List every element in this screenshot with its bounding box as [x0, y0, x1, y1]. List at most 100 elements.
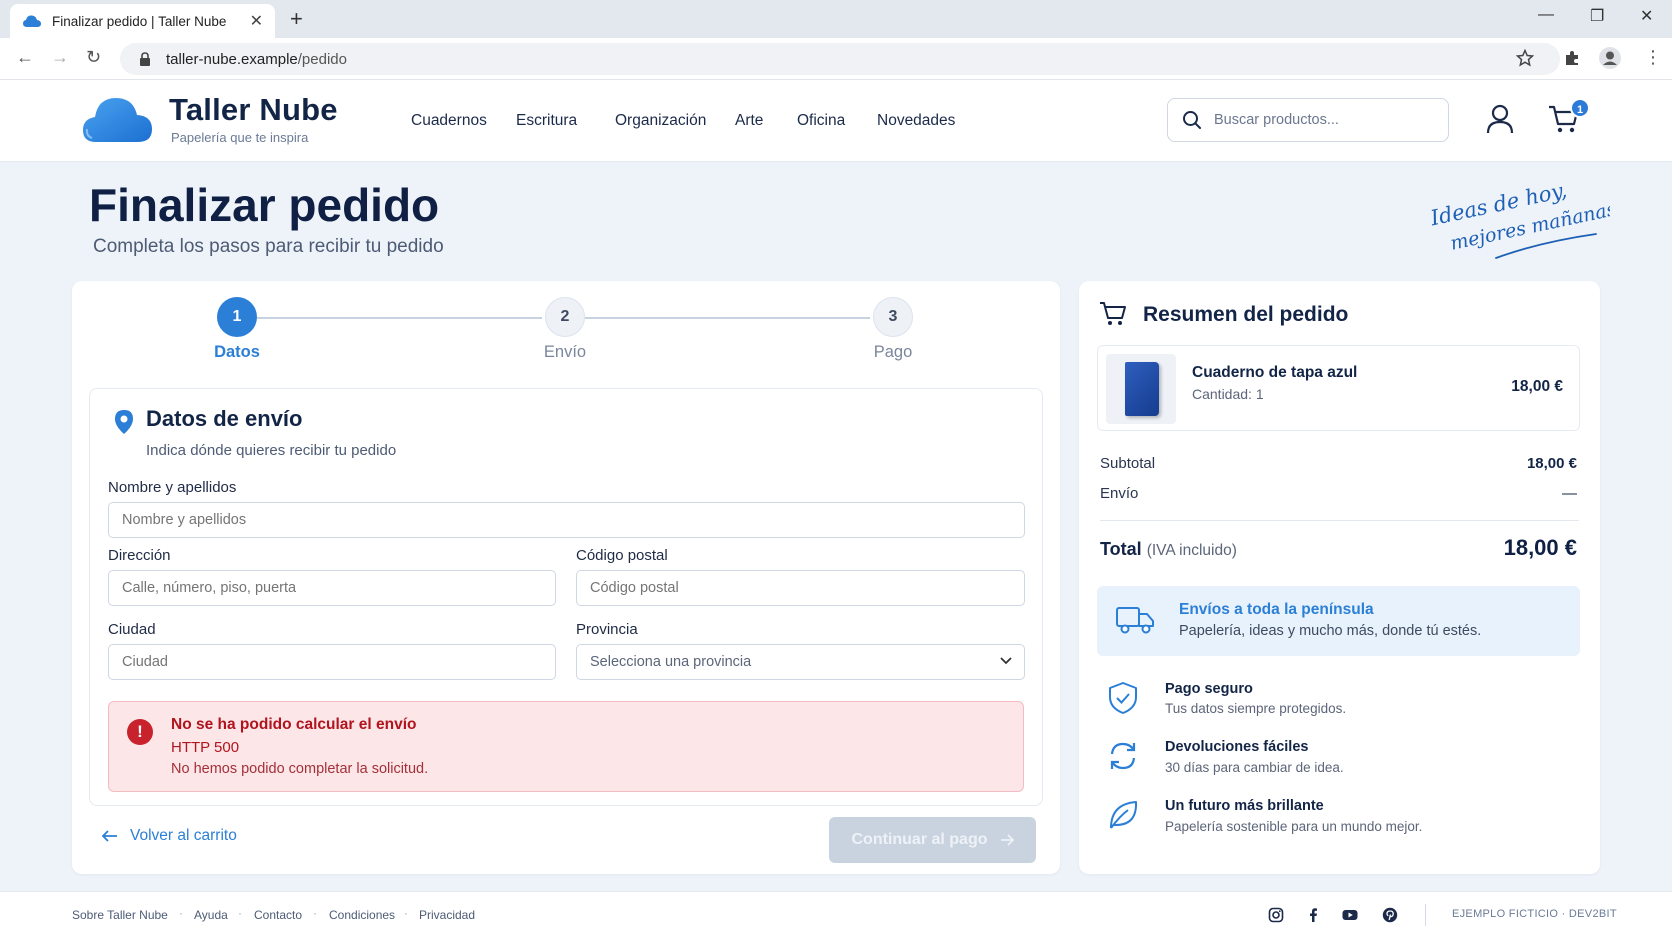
delivery-truck-icon [1116, 607, 1154, 634]
arrow-right-icon [1000, 834, 1014, 846]
step-1-circle[interactable]: 1 [217, 297, 257, 337]
pinterest-icon[interactable] [1382, 907, 1398, 923]
footer-separator: · [404, 906, 408, 920]
back-arrow-icon[interactable]: ← [16, 47, 34, 68]
browser-menu-icon[interactable]: ⋮ [1644, 47, 1662, 68]
checkout-card: 1 Datos 2 Envío 3 Pago Datos de envío In… [72, 281, 1060, 874]
alert-message: No hemos podido completar la solicitud. [171, 761, 429, 777]
profile-avatar-icon[interactable] [1598, 46, 1622, 70]
location-pin-icon [115, 410, 133, 434]
item-price: 18,00 € [1511, 378, 1563, 395]
page-subtitle: Completa los pasos para recibir tu pedid… [93, 236, 444, 257]
total-label-text: Total [1100, 539, 1142, 559]
error-alert: ! No se ha podido calcular el envío HTTP… [108, 701, 1024, 792]
footer-note: EJEMPLO FICTICIO · DEV2BIT [1452, 908, 1617, 920]
footer-link-terms[interactable]: Condiciones [329, 908, 395, 922]
step-3-label: Pago [873, 343, 913, 361]
site-footer: Sobre Taller Nube · Ayuda · Contacto · C… [0, 891, 1672, 941]
divider [1100, 520, 1579, 521]
address-field[interactable] [108, 570, 556, 606]
brand-tagline: Papelería que te inspira [171, 130, 309, 145]
slogan-handwritten: Ideas de hoy, mejores mañanas [1427, 178, 1610, 259]
site-header: Taller Nube Papelería que te inspira Cua… [0, 80, 1672, 162]
continue-button-label: Continuar al pago [851, 831, 988, 848]
nav-oficina[interactable]: Oficina [797, 112, 845, 130]
maximize-icon[interactable]: ❐ [1590, 6, 1604, 26]
nav-cuadernos[interactable]: Cuadernos [411, 112, 487, 130]
city-label: Ciudad [108, 621, 156, 638]
arrow-left-icon [102, 830, 117, 842]
footer-link-contact[interactable]: Contacto [254, 908, 302, 922]
feature-returns-subtitle: 30 días para cambiar de idea. [1165, 760, 1344, 775]
summary-title: Resumen del pedido [1143, 303, 1349, 326]
browser-addressbar: ← → ↻ taller-nube.example/pedido ⋮ [0, 38, 1672, 80]
shield-check-icon [1109, 682, 1137, 714]
subtotal-value: 18,00 € [1526, 455, 1577, 472]
feature-secure-payment-subtitle: Tus datos siempre protegidos. [1165, 701, 1347, 716]
stepper-line [585, 317, 870, 319]
tab-title: Finalizar pedido | Taller Nube [52, 13, 227, 29]
search-placeholder: Buscar productos... [1214, 112, 1339, 128]
bookmark-star-icon[interactable] [1516, 49, 1534, 67]
user-account-icon[interactable] [1486, 104, 1514, 134]
shipping-info-box: Envíos a toda la península Papelería, id… [1097, 586, 1580, 656]
tab-close-icon[interactable]: ✕ [250, 11, 263, 31]
shipping-label: Envío [1100, 485, 1139, 502]
facebook-icon[interactable] [1305, 907, 1321, 923]
browser-tab[interactable]: Finalizar pedido | Taller Nube ✕ [10, 4, 275, 38]
extensions-icon[interactable] [1563, 49, 1581, 67]
postal-code-field[interactable] [576, 570, 1025, 606]
nav-organizacion[interactable]: Organización [615, 112, 706, 130]
nav-arte[interactable]: Arte [735, 112, 763, 130]
footer-link-help[interactable]: Ayuda [194, 908, 228, 922]
step-2-circle[interactable]: 2 [545, 297, 585, 337]
back-to-cart-link[interactable]: Volver al carrito [102, 827, 237, 845]
close-window-icon[interactable]: ✕ [1640, 6, 1653, 26]
continue-to-payment-button[interactable]: Continuar al pago [829, 817, 1036, 863]
youtube-icon[interactable] [1342, 907, 1358, 923]
search-icon [1183, 111, 1201, 129]
cloud-logo-icon[interactable] [82, 94, 154, 146]
footer-separator: · [313, 906, 317, 920]
item-name: Cuaderno de tapa azul [1192, 364, 1358, 381]
city-field[interactable] [108, 644, 556, 680]
feature-returns-title: Devoluciones fáciles [1165, 739, 1309, 755]
url-field[interactable]: taller-nube.example/pedido [120, 43, 1560, 75]
province-selected-value: Selecciona una provincia [590, 654, 752, 670]
footer-link-about[interactable]: Sobre Taller Nube [72, 908, 168, 922]
search-input[interactable]: Buscar productos... [1167, 98, 1449, 142]
step-2-label: Envío [543, 343, 587, 361]
step-3-circle[interactable]: 3 [873, 297, 913, 337]
back-to-cart-label: Volver al carrito [130, 827, 237, 844]
instagram-icon[interactable] [1268, 907, 1284, 923]
step-1-label: Datos [214, 343, 260, 361]
subtotal-label: Subtotal [1100, 455, 1156, 472]
brand-name[interactable]: Taller Nube [169, 92, 338, 128]
shipping-value: — [1562, 485, 1577, 502]
feature-sustainable-subtitle: Papelería sostenible para un mundo mejor… [1165, 819, 1423, 834]
alert-code: HTTP 500 [171, 739, 240, 756]
cart-count-badge: 1 [1570, 98, 1590, 118]
total-label: Total (IVA incluido) [1100, 539, 1237, 560]
feature-sustainable-title: Un futuro más brillante [1165, 798, 1324, 814]
postal-code-label: Código postal [576, 547, 668, 564]
minimize-icon[interactable]: — [1538, 6, 1554, 24]
footer-separator: · [179, 906, 183, 920]
reload-icon[interactable]: ↻ [86, 47, 101, 68]
shipping-box-title: Envíos a toda la península [1179, 601, 1374, 618]
footer-separator: · [238, 906, 242, 920]
nav-novedades[interactable]: Novedades [877, 112, 955, 130]
page-title: Finalizar pedido [89, 179, 440, 231]
footer-link-privacy[interactable]: Privacidad [419, 908, 475, 922]
url-path: /pedido [297, 50, 347, 68]
province-select[interactable]: Selecciona una provincia [576, 644, 1025, 680]
nav-escritura[interactable]: Escritura [516, 112, 577, 130]
new-tab-icon[interactable]: + [290, 6, 303, 32]
item-quantity: Cantidad: 1 [1192, 386, 1264, 402]
forward-arrow-icon[interactable]: → [51, 47, 69, 68]
cloud-favicon-icon [23, 15, 41, 27]
shipping-form: Datos de envío Indica dónde quieres reci… [89, 388, 1043, 806]
stepper-line [257, 317, 542, 319]
name-field[interactable] [108, 502, 1025, 538]
error-icon: ! [127, 719, 153, 745]
